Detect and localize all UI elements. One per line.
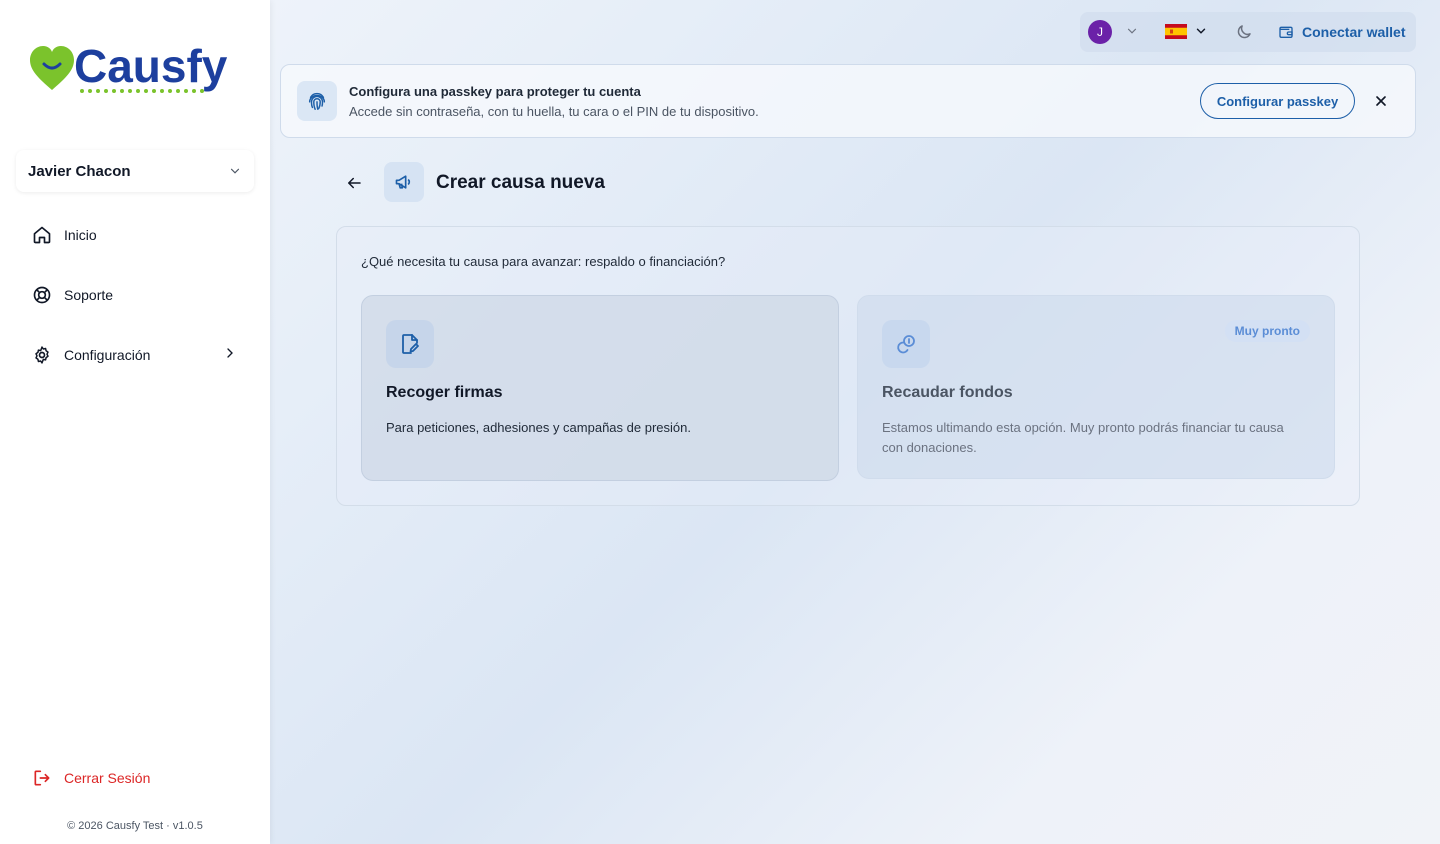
- banner-subtitle: Accede sin contraseña, con tu huella, tu…: [349, 104, 759, 119]
- chevron-down-icon[interactable]: [1125, 24, 1139, 38]
- sidebar-item-label: Inicio: [64, 227, 97, 243]
- cause-question: ¿Qué necesita tu causa para avanzar: res…: [361, 254, 726, 269]
- fingerprint-icon: [297, 81, 337, 121]
- option-raise-funds: Muy pronto Recaudar fondos Estamos ultim…: [857, 295, 1335, 479]
- sidebar-item-soporte[interactable]: Soporte: [32, 283, 242, 307]
- option-description: Para peticiones, adhesiones y campañas d…: [386, 420, 691, 435]
- user-name: Javier Chacon: [28, 162, 131, 180]
- home-icon: [32, 225, 52, 245]
- sidebar-item-inicio[interactable]: Inicio: [32, 223, 242, 247]
- spain-flag-icon[interactable]: [1165, 24, 1187, 39]
- lifebuoy-icon: [32, 285, 52, 305]
- topbar: J Conectar wallet: [1080, 12, 1416, 52]
- causfy-logo[interactable]: Causfy: [30, 40, 242, 96]
- option-title: Recoger firmas: [386, 384, 503, 401]
- page-title: Crear causa nueva: [436, 172, 605, 193]
- logout-icon: [32, 768, 52, 788]
- logo-text: Causfy: [74, 40, 228, 92]
- sidebar: Causfy Javier Chacon Inicio Soporte Conf…: [0, 0, 270, 844]
- connect-wallet-label: Conectar wallet: [1302, 24, 1406, 40]
- wallet-icon: [1279, 26, 1293, 38]
- coins-icon: [882, 320, 930, 368]
- sidebar-item-label: Configuración: [64, 347, 151, 363]
- sidebar-item-label: Soporte: [64, 287, 114, 303]
- avatar[interactable]: J: [1088, 20, 1112, 44]
- megaphone-icon: [384, 162, 424, 202]
- chevron-down-icon[interactable]: [1194, 24, 1208, 38]
- gear-icon: [32, 345, 52, 365]
- option-title: Recaudar fondos: [882, 384, 1013, 401]
- chevron-down-icon: [230, 168, 240, 174]
- copyright: © 2026 Causfy Test · v1.0.5: [67, 820, 203, 832]
- chevron-right-icon: [227, 348, 233, 358]
- sidebar-item-configuracion[interactable]: Configuración: [32, 343, 242, 367]
- banner-title: Configura una passkey para proteger tu c…: [349, 84, 641, 99]
- passkey-banner: Configura una passkey para proteger tu c…: [280, 64, 1416, 138]
- close-icon[interactable]: [1373, 93, 1389, 109]
- moon-icon[interactable]: [1235, 23, 1253, 41]
- document-pen-icon: [386, 320, 434, 368]
- back-arrow-icon[interactable]: [345, 174, 363, 192]
- user-selector[interactable]: Javier Chacon: [16, 150, 254, 192]
- logout-label: Cerrar Sesión: [64, 770, 151, 786]
- configure-passkey-button[interactable]: Configurar passkey: [1200, 83, 1355, 119]
- cause-type-card: ¿Qué necesita tu causa para avanzar: res…: [336, 226, 1360, 506]
- logout-button[interactable]: Cerrar Sesión: [32, 766, 242, 790]
- coming-soon-badge: Muy pronto: [1224, 320, 1310, 342]
- option-collect-signatures[interactable]: Recoger firmas Para peticiones, adhesion…: [361, 295, 839, 481]
- option-description: Estamos ultimando esta opción. Muy pront…: [882, 420, 1284, 455]
- connect-wallet-button[interactable]: Conectar wallet: [1278, 22, 1405, 42]
